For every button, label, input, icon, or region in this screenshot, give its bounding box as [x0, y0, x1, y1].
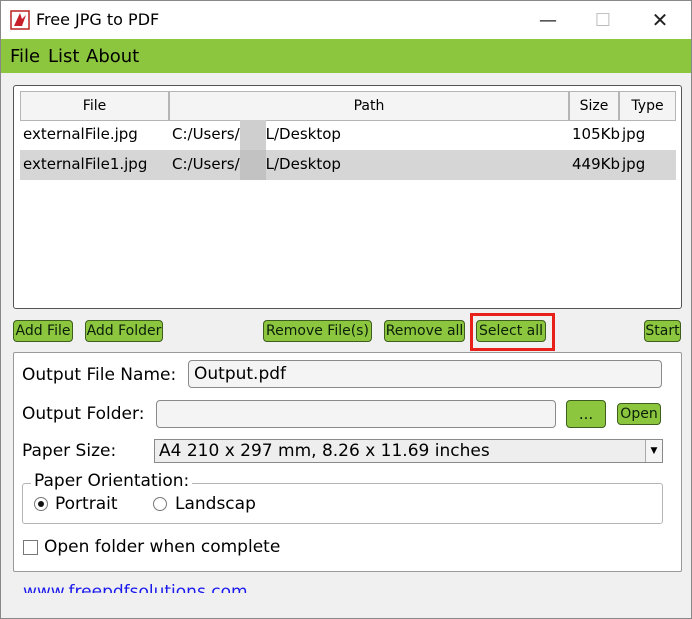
- table-row[interactable]: externalFile.jpg C:/Users/L/Desktop 105K…: [20, 119, 676, 150]
- add-file-button[interactable]: Add File: [13, 320, 73, 342]
- menu-bar: File List About: [1, 39, 691, 73]
- paper-orientation-group: Paper Orientation: Portrait Landscap: [22, 471, 663, 524]
- path-cell: C:/Users/L/Desktop: [172, 149, 341, 180]
- output-file-name-label: Output File Name:: [22, 365, 177, 385]
- website-link[interactable]: www.freepdfsolutions.com: [23, 581, 248, 593]
- path-cell: C:/Users/L/Desktop: [172, 119, 341, 150]
- remove-all-button[interactable]: Remove all: [384, 320, 465, 342]
- column-header-path[interactable]: Path: [169, 91, 569, 121]
- path-end: L/Desktop: [265, 125, 341, 143]
- menu-about[interactable]: About: [86, 46, 139, 67]
- type-cell: jpg: [622, 125, 646, 143]
- close-button[interactable]: ✕: [637, 1, 683, 39]
- paper-size-select[interactable]: A4 210 x 297 mm, 8.26 x 11.69 inches ▼: [154, 439, 663, 463]
- table-row[interactable]: externalFile1.jpg C:/Users/L/Desktop 449…: [20, 149, 676, 180]
- start-button[interactable]: Start: [644, 320, 681, 342]
- add-folder-button[interactable]: Add Folder: [85, 320, 163, 342]
- dropdown-arrow-icon[interactable]: ▼: [645, 440, 662, 462]
- path-end: L/Desktop: [265, 155, 341, 173]
- paper-size-value: A4 210 x 297 mm, 8.26 x 11.69 inches: [159, 441, 490, 461]
- size-cell: 449Kb: [572, 155, 620, 173]
- file-list[interactable]: File Path Size Type externalFile.jpg C:/…: [13, 85, 682, 309]
- output-file-name-input[interactable]: Output.pdf: [188, 360, 662, 388]
- open-folder-when-complete-label[interactable]: Open folder when complete: [44, 537, 280, 557]
- browse-folder-button[interactable]: ...: [566, 400, 606, 428]
- window-title: Free JPG to PDF: [36, 10, 160, 29]
- size-cell: 105Kb: [572, 125, 620, 143]
- type-cell: jpg: [622, 155, 646, 173]
- title-bar: Free JPG to PDF — ☐ ✕: [1, 1, 691, 39]
- maximize-button[interactable]: ☐: [580, 1, 626, 39]
- select-all-highlight: [470, 313, 555, 351]
- app-window: Free JPG to PDF — ☐ ✕ File List About Fi…: [0, 0, 692, 619]
- options-panel: Output File Name: Output.pdf Output Fold…: [13, 352, 682, 572]
- path-start: C:/Users/: [172, 155, 240, 173]
- redaction-block: [239, 119, 266, 150]
- redaction-block: [239, 149, 266, 180]
- open-folder-button[interactable]: Open: [617, 403, 661, 425]
- menu-list[interactable]: List: [48, 46, 79, 67]
- landscape-label[interactable]: Landscap: [175, 494, 256, 514]
- remove-files-button[interactable]: Remove File(s): [263, 320, 372, 342]
- path-start: C:/Users/: [172, 125, 240, 143]
- minimize-button[interactable]: —: [525, 1, 571, 39]
- portrait-label[interactable]: Portrait: [55, 494, 118, 514]
- column-header-file[interactable]: File: [20, 91, 169, 121]
- output-folder-label: Output Folder:: [22, 404, 145, 424]
- column-header-type[interactable]: Type: [619, 91, 676, 121]
- portrait-radio[interactable]: [34, 497, 48, 511]
- column-header-size[interactable]: Size: [569, 91, 619, 121]
- file-name-cell: externalFile.jpg: [23, 125, 138, 143]
- paper-orientation-title: Paper Orientation:: [31, 471, 193, 491]
- landscape-radio[interactable]: [153, 497, 167, 511]
- paper-size-label: Paper Size:: [22, 441, 117, 461]
- file-name-cell: externalFile1.jpg: [23, 155, 148, 173]
- menu-file[interactable]: File: [10, 46, 40, 67]
- app-logo-icon: [10, 10, 30, 30]
- open-folder-checkbox[interactable]: [23, 540, 38, 555]
- output-folder-input[interactable]: [156, 400, 556, 428]
